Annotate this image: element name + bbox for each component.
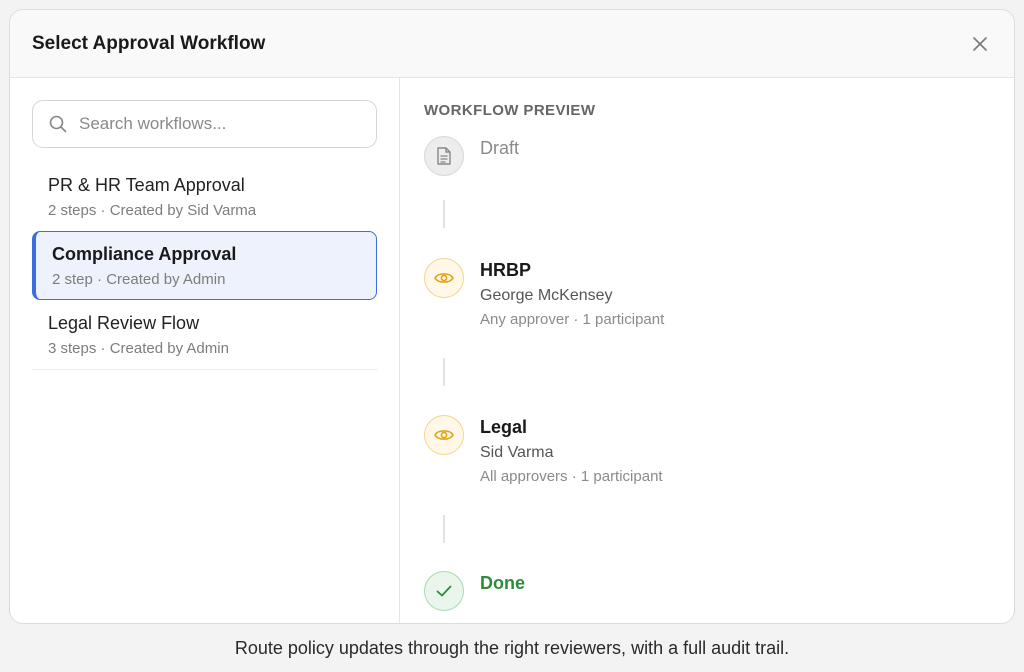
workflow-meta: 2 step · Created by Admin [52,271,226,288]
workflow-name: PR & HR Team Approval [48,175,245,195]
step-approver: George McKensey [480,287,613,304]
modal-header: Select Approval Workflow [10,10,1014,78]
caption-text: Route policy updates through the right r… [234,638,790,658]
step-done: Done [424,571,525,611]
modal-title: Select Approval Workflow [32,32,266,54]
modal-body: PR & HR Team Approval 2 steps · Created … [10,78,1014,623]
step-detail: All approvers · 1 participant [480,468,663,485]
workflow-name: Legal Review Flow [48,313,200,333]
step-title: HRBP [480,260,532,280]
check-icon [436,585,452,597]
workflow-name: Compliance Approval [52,244,237,264]
search-input[interactable] [79,114,360,134]
workflow-item-legal-review[interactable]: Legal Review Flow 3 steps · Created by A… [32,300,377,370]
step-hrbp: HRBP George McKensey Any approver · 1 pa… [424,258,664,328]
step-draft: Draft [424,136,519,176]
workflow-list: PR & HR Team Approval 2 steps · Created … [32,162,377,370]
workflow-preview-pane: WORKFLOW PREVIEW Draft HRBP George McKen… [400,78,1014,623]
workflow-list-pane: PR & HR Team Approval 2 steps · Created … [10,78,400,623]
step-connector [443,358,445,386]
eye-icon [434,430,454,440]
step-icon [424,136,464,176]
document-icon [437,147,451,165]
step-icon [424,571,464,611]
close-icon [973,36,987,51]
step-text: HRBP George McKensey Any approver · 1 pa… [480,258,664,328]
step-icon [424,415,464,455]
step-title: Legal [480,417,528,437]
step-legal: Legal Sid Varma All approvers · 1 partic… [424,415,663,485]
preview-heading: WORKFLOW PREVIEW [424,102,596,119]
step-connector [443,515,445,543]
search-icon [49,115,67,133]
close-button[interactable] [968,32,992,56]
step-connector [443,200,445,228]
step-approver: Sid Varma [480,444,554,461]
workflow-item-pr-hr[interactable]: PR & HR Team Approval 2 steps · Created … [32,162,377,231]
eye-icon [434,273,454,283]
workflow-item-compliance[interactable]: Compliance Approval 2 step · Created by … [32,231,377,300]
step-title: Draft [480,138,520,158]
step-text: Done [480,571,525,611]
approval-workflow-modal: Select Approval Workflow PR & HR Team Ap… [9,9,1015,624]
workflow-meta: 3 steps · Created by Admin [48,340,229,357]
step-icon [424,258,464,298]
search-box[interactable] [32,100,377,148]
step-text: Draft [480,136,519,176]
step-title: Done [480,573,525,593]
step-text: Legal Sid Varma All approvers · 1 partic… [480,415,663,485]
workflow-meta: 2 steps · Created by Sid Varma [48,202,257,219]
step-detail: Any approver · 1 participant [480,311,665,328]
